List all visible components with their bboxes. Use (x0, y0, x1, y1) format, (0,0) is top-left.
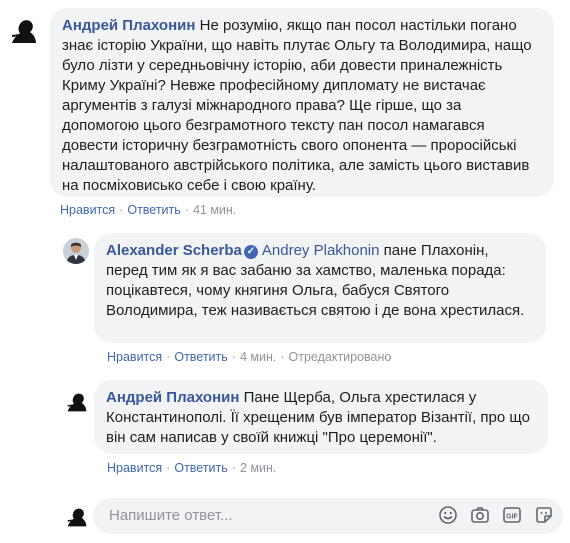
comment-actions: Нравится · Ответить · 41 мин. (60, 203, 237, 217)
comment-actions: Нравится · Ответить · 4 мин. · Отредактировано (107, 350, 392, 364)
composer-icons: GIF (437, 504, 555, 526)
like-link[interactable]: Нравится (107, 350, 162, 364)
comment-author[interactable]: Андрей Плахонин (106, 389, 239, 406)
profile-photo-avatar (63, 238, 89, 264)
comment-bubble: Андрей Плахонин Пане Щерба, Ольга хрести… (94, 380, 548, 454)
like-link[interactable]: Нравится (107, 461, 162, 475)
sticker-icon[interactable] (533, 504, 555, 526)
comment-author[interactable]: Андрей Плахонин (62, 17, 195, 34)
avatar[interactable] (6, 13, 42, 49)
silhouette-avatar-icon (6, 13, 42, 49)
camera-icon[interactable] (469, 504, 491, 526)
comment-author[interactable]: Alexander Scherba (106, 242, 242, 259)
gif-icon[interactable]: GIF (501, 504, 523, 526)
svg-text:GIF: GIF (506, 514, 518, 521)
reply-input[interactable]: Напишите ответ... GIF (93, 498, 563, 534)
reply-placeholder: Напишите ответ... (109, 507, 233, 524)
silhouette-avatar-icon (63, 503, 91, 531)
reply-link[interactable]: Ответить (174, 350, 227, 364)
avatar[interactable] (63, 238, 89, 264)
avatar[interactable] (63, 388, 91, 416)
comment-actions: Нравится · Ответить · 2 мин. (107, 461, 277, 475)
mention-link[interactable]: Andrey Plakhonin (262, 242, 380, 259)
comment-bubble: Андрей Плахонин Не розумію, якщо пан пос… (50, 8, 554, 197)
reply-link[interactable]: Ответить (127, 203, 180, 217)
avatar[interactable] (63, 503, 91, 531)
like-link[interactable]: Нравится (60, 203, 115, 217)
reply-link[interactable]: Ответить (174, 461, 227, 475)
comment-text: Не розумію, якщо пан посол настільки пог… (62, 17, 532, 194)
timestamp[interactable]: 2 мин. (240, 461, 276, 475)
timestamp[interactable]: 41 мин. (193, 203, 236, 217)
verified-badge-icon: ✓ (243, 245, 258, 259)
timestamp[interactable]: 4 мин. (240, 350, 276, 364)
comment-bubble: Alexander Scherba ✓ Andrey Plakhonin пане … (94, 233, 546, 343)
edited-label[interactable]: Отредактировано (289, 350, 392, 364)
silhouette-avatar-icon (63, 388, 91, 416)
emoji-icon[interactable] (437, 504, 459, 526)
